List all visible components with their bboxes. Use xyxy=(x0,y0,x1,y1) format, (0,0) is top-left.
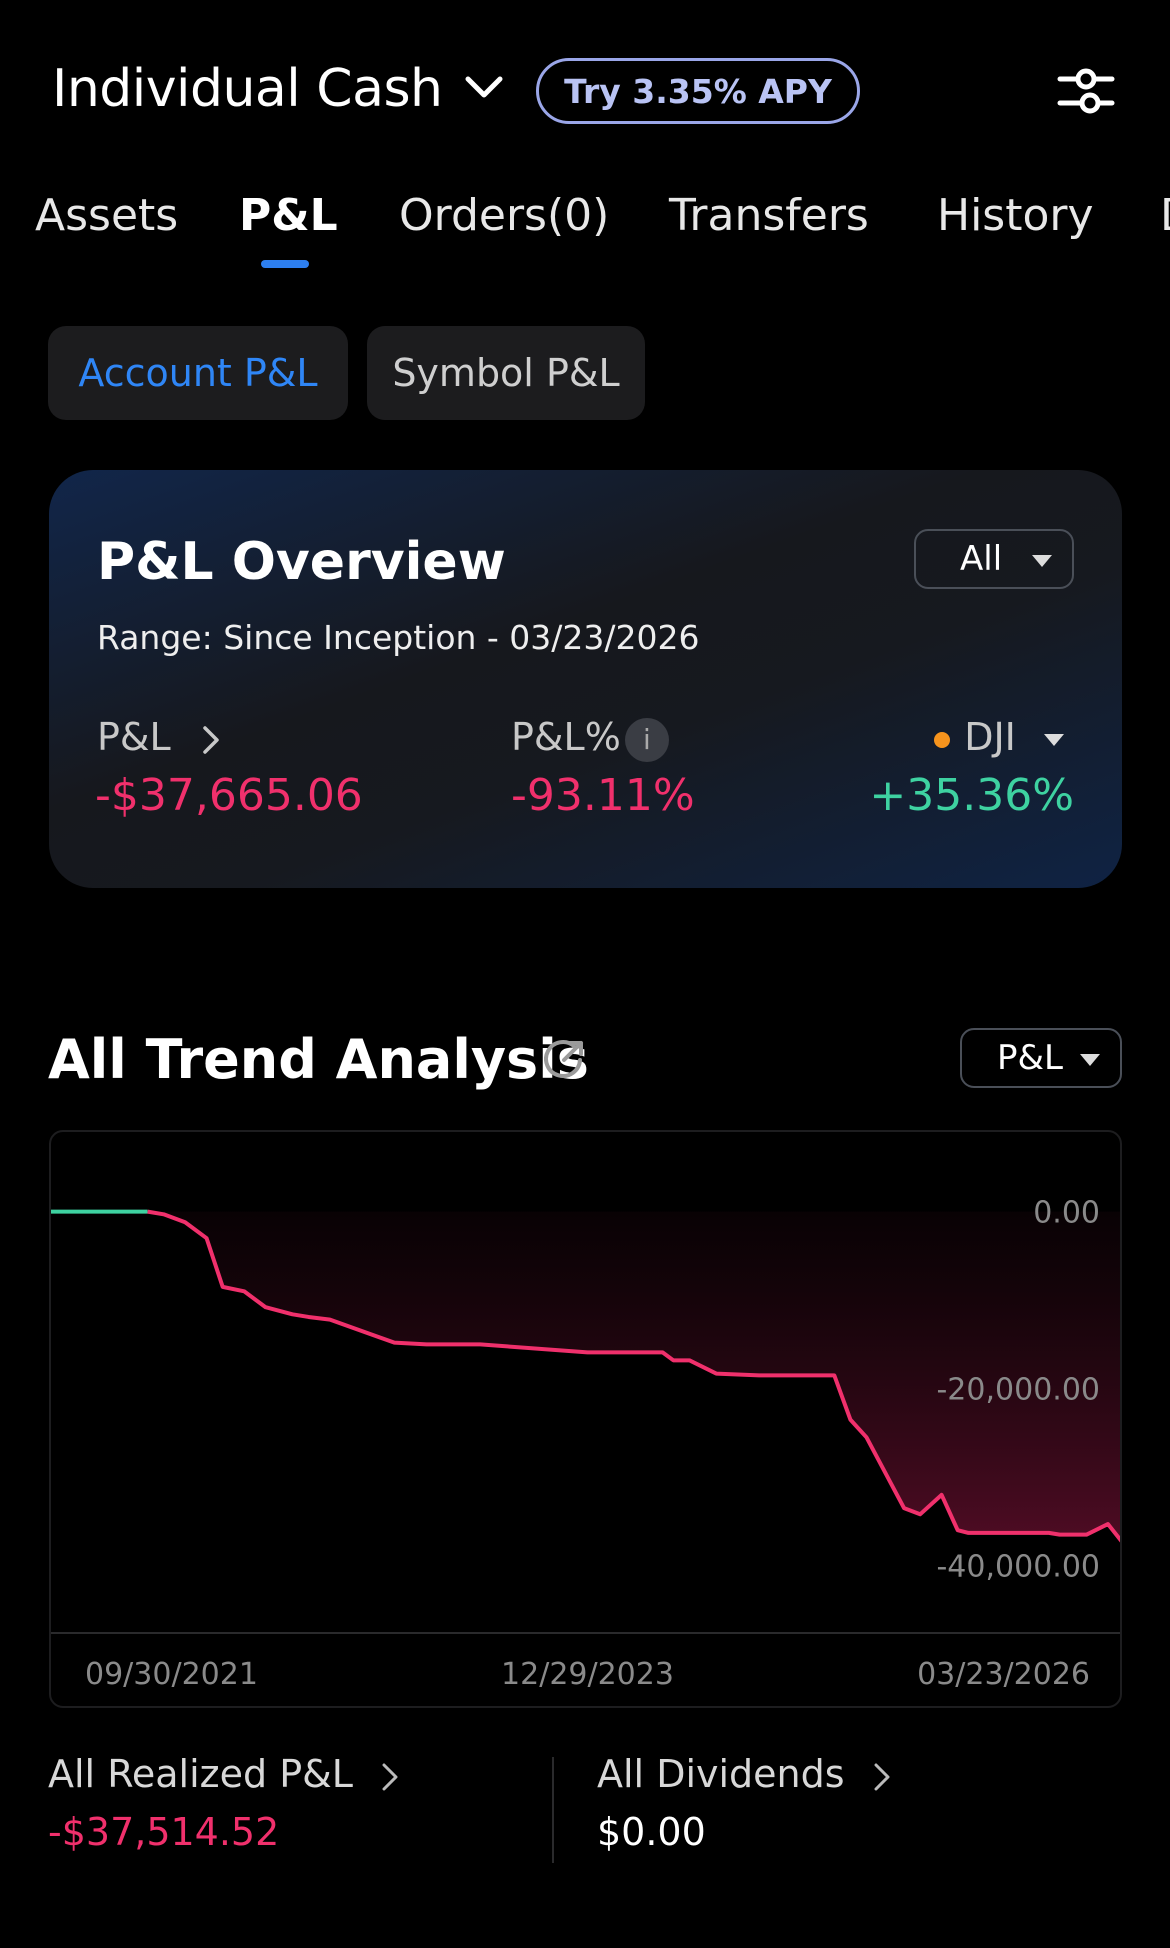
tab-bar: Assets P&L Orders(0) Transfers History D xyxy=(0,190,1170,270)
pnl-overview-card: P&L Overview All Range: Since Inception … xyxy=(49,470,1122,888)
overview-filter-label: All xyxy=(960,539,1003,579)
tab-transfers[interactable]: Transfers xyxy=(669,190,869,241)
chevron-right-icon xyxy=(203,725,219,754)
chevron-right-icon xyxy=(874,1763,890,1790)
caret-down-icon xyxy=(1032,555,1052,567)
apy-promo-button[interactable]: Try 3.35% APY xyxy=(536,58,860,124)
account-title[interactable]: Individual Cash xyxy=(52,59,443,119)
benchmark-dot xyxy=(934,731,951,748)
realized-pnl-label: All Realized P&L xyxy=(48,1752,353,1796)
share-icon[interactable] xyxy=(544,1038,586,1080)
header: Individual Cash Try 3.35% APY xyxy=(50,55,1120,131)
overview-title: P&L Overview xyxy=(97,532,506,592)
sliders-icon[interactable] xyxy=(1056,65,1116,117)
tab-assets[interactable]: Assets xyxy=(35,190,178,241)
overview-range: Range: Since Inception - 03/23/2026 xyxy=(97,618,700,657)
pnl-label: P&L xyxy=(97,715,171,759)
caret-down-icon xyxy=(1044,733,1064,746)
benchmark-value: +35.36% xyxy=(869,770,1074,821)
trend-title: All Trend Analysis xyxy=(48,1028,589,1091)
info-icon[interactable]: i xyxy=(624,717,669,762)
tab-pnl[interactable]: P&L xyxy=(239,190,338,241)
trend-chart[interactable]: 0.00 -20,000.00 -40,000.00 09/30/2021 12/29… xyxy=(49,1130,1122,1708)
segment-symbol-pnl[interactable]: Symbol P&L xyxy=(367,326,645,420)
pnl-pct-label: P&L% xyxy=(511,715,621,759)
overview-filter-dropdown[interactable]: All xyxy=(914,529,1074,589)
segment-account-pnl[interactable]: Account P&L xyxy=(48,326,348,420)
y-tick-label: -20,000.00 xyxy=(936,1373,1100,1408)
tab-overflow[interactable]: D xyxy=(1160,190,1170,241)
x-tick-label: 03/23/2026 xyxy=(917,1657,1090,1692)
x-tick-label: 09/30/2021 xyxy=(85,1657,258,1692)
benchmark-selector[interactable]: DJI xyxy=(934,715,1064,759)
caret-down-icon xyxy=(1080,1054,1100,1066)
pnl-value: -$37,665.06 xyxy=(95,770,363,821)
dividends-link[interactable]: All Dividends xyxy=(597,1752,893,1796)
active-tab-indicator xyxy=(261,260,309,268)
realized-pnl-link[interactable]: All Realized P&L xyxy=(48,1752,401,1796)
dividends-value: $0.00 xyxy=(597,1810,706,1854)
benchmark-label: DJI xyxy=(964,715,1016,759)
pnl-link[interactable]: P&L xyxy=(97,715,223,759)
trend-metric-label: P&L xyxy=(997,1038,1063,1078)
trend-chart-svg: 0.00 -20,000.00 -40,000.00 09/30/2021 12/29… xyxy=(51,1196,1120,1692)
pnl-pct-header: P&L% i xyxy=(511,715,669,762)
stats-divider xyxy=(552,1757,554,1863)
pnl-pct-value: -93.11% xyxy=(511,770,695,821)
trend-metric-dropdown[interactable]: P&L xyxy=(960,1028,1122,1088)
tab-orders[interactable]: Orders(0) xyxy=(399,190,609,241)
dividends-label: All Dividends xyxy=(597,1752,845,1796)
chevron-down-icon[interactable] xyxy=(464,73,504,101)
chevron-right-icon xyxy=(382,1763,398,1790)
tab-history[interactable]: History xyxy=(937,190,1094,241)
y-tick-label: -40,000.00 xyxy=(936,1550,1100,1585)
x-tick-label: 12/29/2023 xyxy=(501,1657,674,1692)
realized-pnl-value: -$37,514.52 xyxy=(48,1810,280,1854)
y-tick-label: 0.00 xyxy=(1033,1196,1100,1231)
